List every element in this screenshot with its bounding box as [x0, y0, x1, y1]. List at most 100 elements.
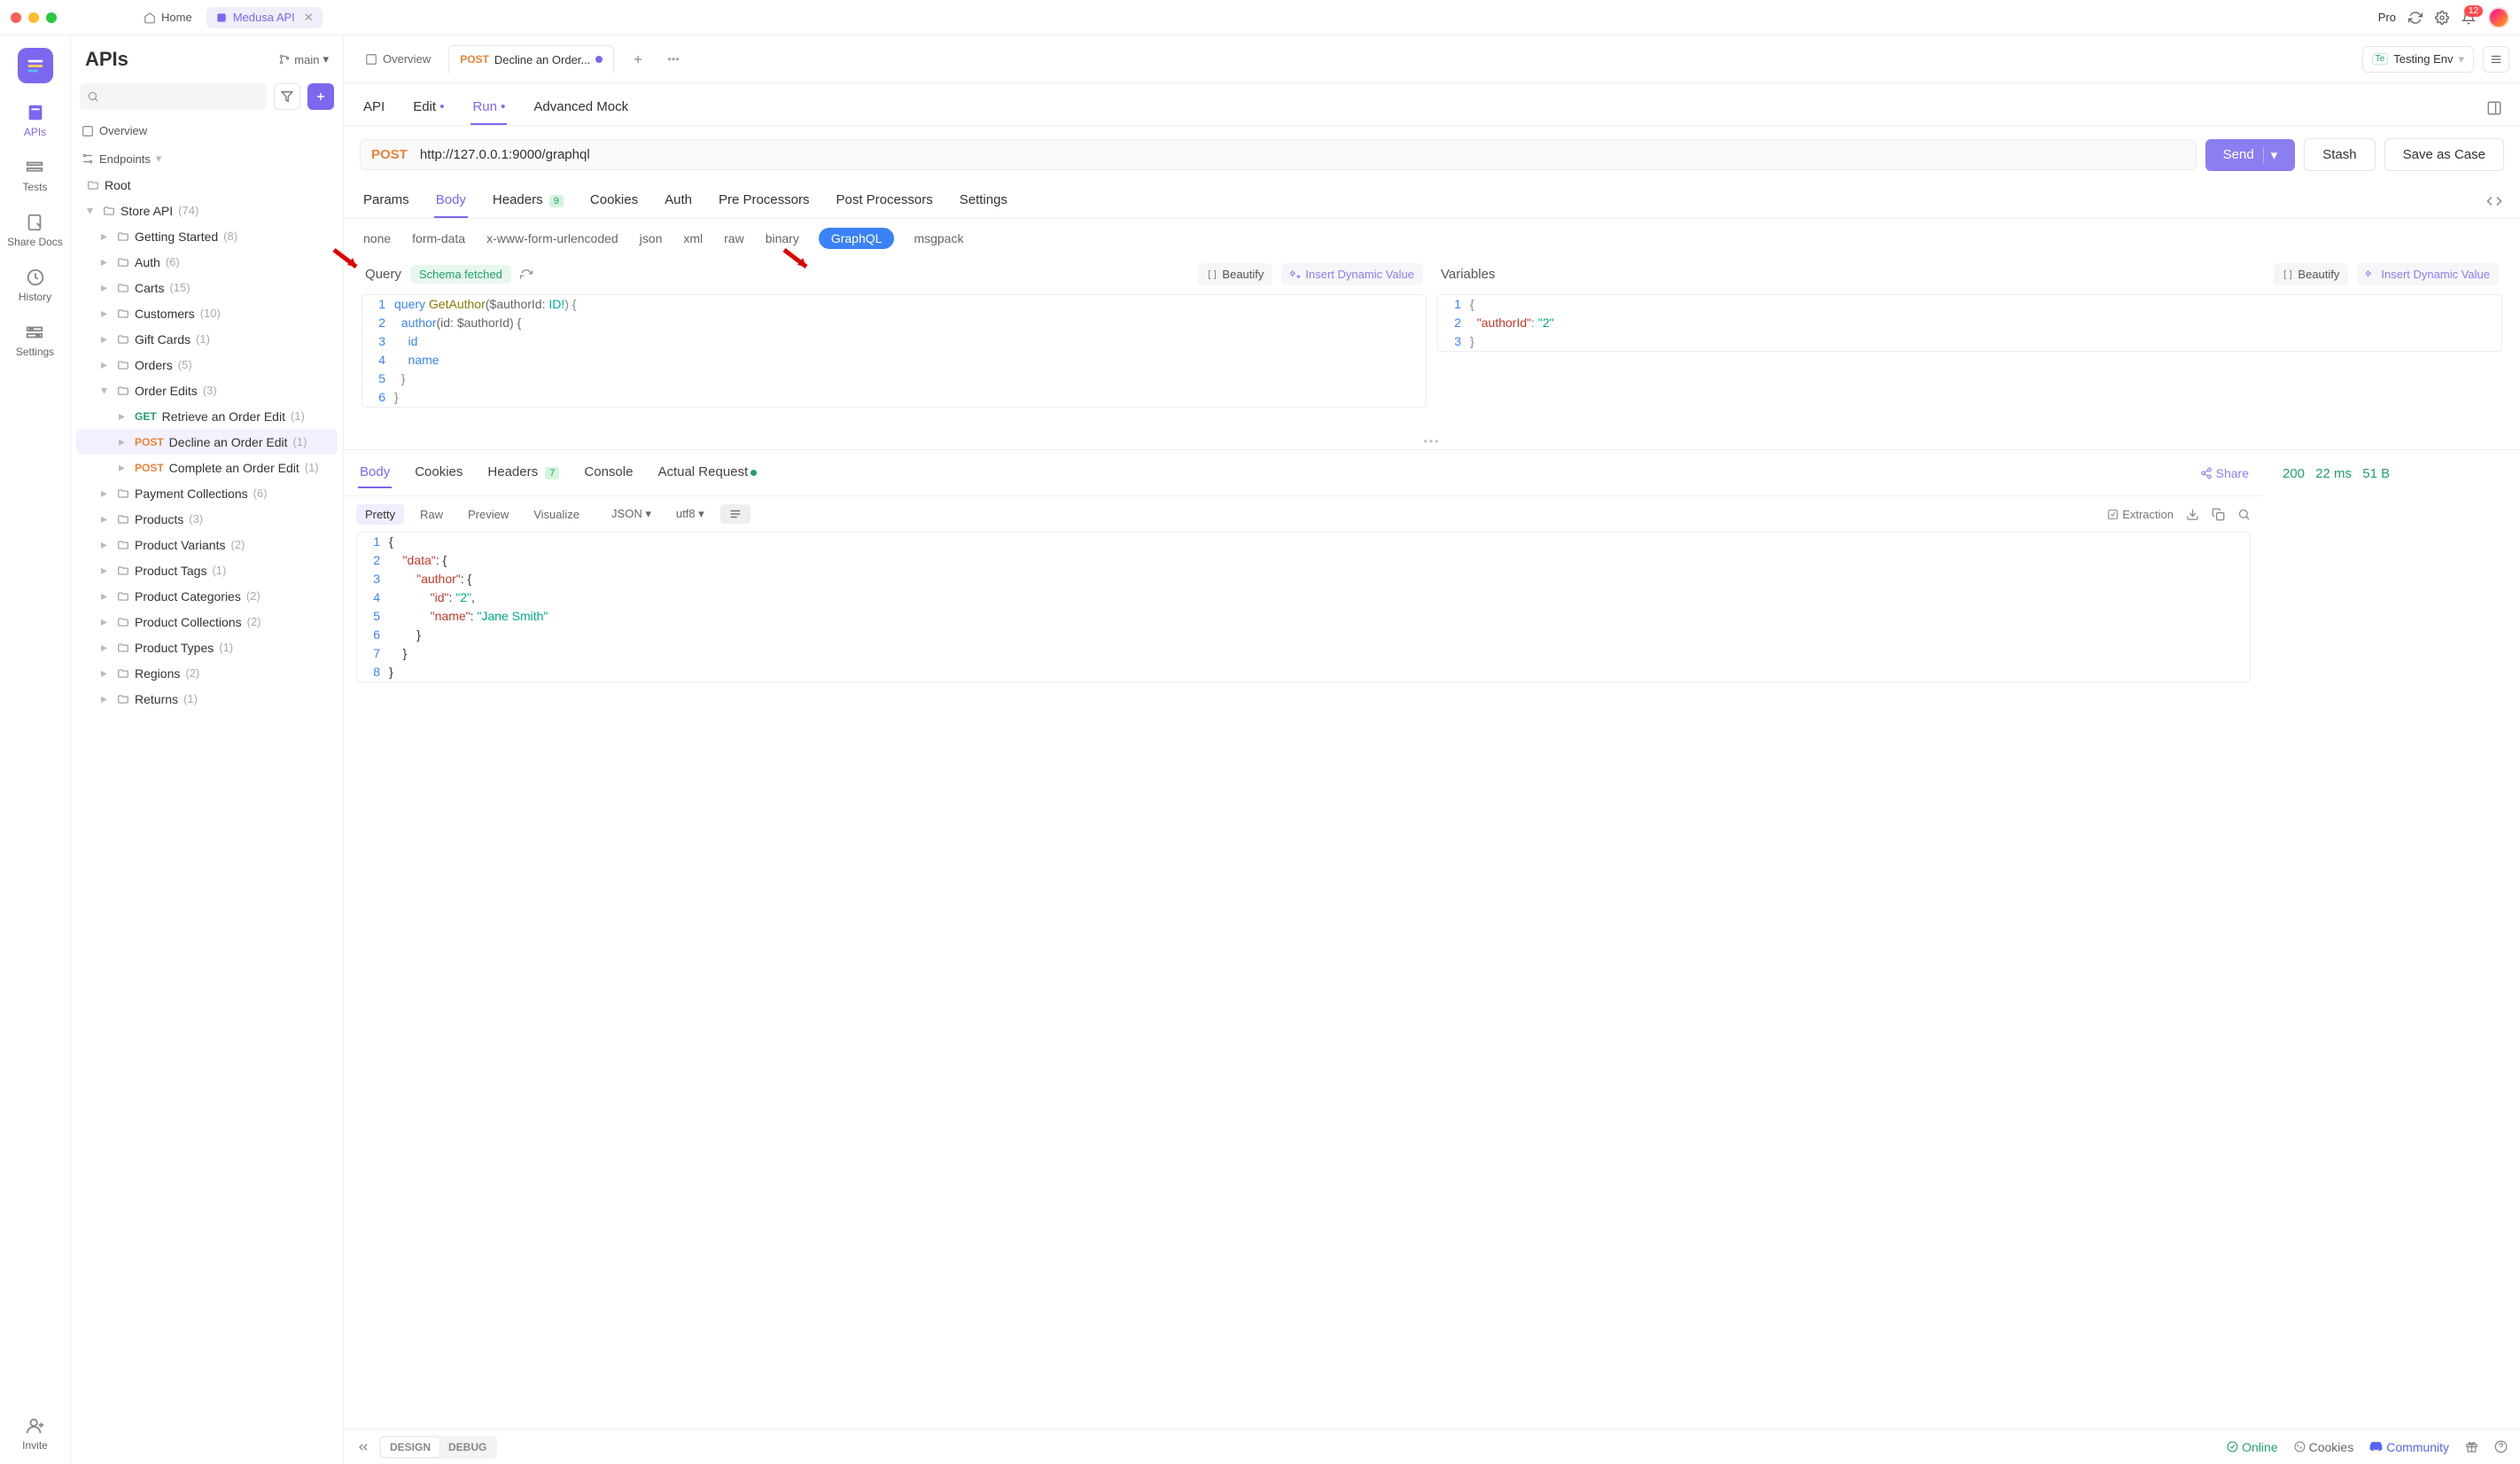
maximize-window[interactable]: [46, 12, 57, 23]
mode-toggle[interactable]: DESIGN DEBUG: [379, 1436, 497, 1459]
cookies-button[interactable]: Cookies: [2294, 1440, 2354, 1454]
pill-raw[interactable]: Raw: [411, 504, 452, 525]
reqtab-post-processors[interactable]: Post Processors: [835, 183, 935, 218]
reqtab-params[interactable]: Params: [362, 183, 411, 218]
environment-selector[interactable]: Te Testing Env ▾: [2362, 46, 2474, 73]
pill-preview[interactable]: Preview: [459, 504, 517, 525]
rail-share-docs[interactable]: Share Docs: [7, 213, 63, 248]
close-window[interactable]: [11, 12, 21, 23]
bodytype-x-www[interactable]: x-www-form-urlencoded: [485, 229, 620, 248]
bodytype-graphql[interactable]: GraphQL: [819, 228, 895, 249]
subtab-run[interactable]: Run •: [471, 90, 507, 125]
gift-icon[interactable]: [2465, 1440, 2478, 1453]
query-editor[interactable]: 1query GetAuthor($authorId: ID!) { 2 aut…: [362, 294, 1427, 408]
tree-folder[interactable]: ▸Carts (15): [71, 275, 343, 300]
tree-folder[interactable]: ▾Order Edits (3): [71, 378, 343, 403]
bodytype-none[interactable]: none: [362, 229, 393, 248]
bodytype-binary[interactable]: binary: [764, 229, 801, 248]
tree-folder[interactable]: ▸Gift Cards (1): [71, 326, 343, 352]
resptab-console[interactable]: Console: [582, 457, 634, 488]
resptab-headers[interactable]: Headers 7: [486, 457, 561, 488]
beautify-query-button[interactable]: Beautify: [1198, 263, 1272, 285]
subtab-api[interactable]: API: [362, 90, 386, 125]
variables-editor[interactable]: 1{ 2 "authorId": "2" 3}: [1437, 294, 2502, 352]
reqtab-settings[interactable]: Settings: [958, 183, 1009, 218]
tree-endpoint[interactable]: ▸POST Decline an Order Edit (1): [76, 429, 338, 455]
tree-endpoint[interactable]: ▸POST Complete an Order Edit (1): [71, 455, 343, 480]
wrap-toggle[interactable]: [720, 504, 751, 524]
tab-decline-order[interactable]: POST Decline an Order...: [448, 45, 614, 74]
rail-invite[interactable]: Invite: [22, 1416, 48, 1452]
tree-folder[interactable]: ▸Regions (2): [71, 660, 343, 686]
download-icon[interactable]: [2186, 508, 2199, 521]
add-button[interactable]: [307, 83, 334, 110]
bodytype-form-data[interactable]: form-data: [410, 229, 467, 248]
tree-folder[interactable]: ▸Product Tags (1): [71, 557, 343, 583]
rail-apis[interactable]: APIs: [24, 103, 46, 138]
code-icon[interactable]: [2486, 193, 2502, 209]
save-as-case-button[interactable]: Save as Case: [2384, 138, 2504, 171]
copy-icon[interactable]: [2212, 508, 2225, 521]
add-tab-button[interactable]: [621, 46, 655, 73]
bodytype-msgpack[interactable]: msgpack: [912, 229, 965, 248]
format-json[interactable]: JSON ▾: [603, 503, 660, 525]
mode-design[interactable]: DESIGN: [381, 1437, 439, 1457]
tree-folder[interactable]: ▸Getting Started (8): [71, 223, 343, 249]
reqtab-headers[interactable]: Headers 9: [491, 183, 565, 218]
settings-gear-icon[interactable]: [2435, 11, 2449, 25]
bodytype-xml[interactable]: xml: [681, 229, 704, 248]
reqtab-pre-processors[interactable]: Pre Processors: [717, 183, 812, 218]
rail-history[interactable]: History: [19, 268, 51, 303]
collapse-icon[interactable]: [356, 1440, 370, 1454]
tab-home[interactable]: Home: [136, 7, 199, 27]
reqtab-auth[interactable]: Auth: [663, 183, 694, 218]
reqtab-cookies[interactable]: Cookies: [588, 183, 640, 218]
tree-folder[interactable]: ▸Product Variants (2): [71, 532, 343, 557]
subtab-edit[interactable]: Edit •: [411, 90, 446, 125]
refresh-icon[interactable]: [520, 269, 533, 281]
subtab-advanced-mock[interactable]: Advanced Mock: [532, 90, 630, 125]
mode-debug[interactable]: DEBUG: [439, 1437, 495, 1457]
reqtab-body[interactable]: Body: [434, 183, 468, 218]
tree-folder[interactable]: ▸Products (3): [71, 506, 343, 532]
response-body[interactable]: 1{ 2 "data": { 3 "author": { 4 "id": "2"…: [356, 532, 2251, 682]
tree-folder[interactable]: ▸Product Collections (2): [71, 609, 343, 635]
resptab-cookies[interactable]: Cookies: [413, 457, 464, 488]
rail-settings[interactable]: Settings: [16, 323, 54, 358]
resptab-body[interactable]: Body: [358, 457, 392, 488]
tree-folder[interactable]: ▸Payment Collections (6): [71, 480, 343, 506]
tree-store-api[interactable]: ▾ Store API (74): [71, 198, 343, 223]
tree-folder[interactable]: ▸Product Types (1): [71, 635, 343, 660]
tree-folder[interactable]: ▸Auth (6): [71, 249, 343, 275]
insert-dynamic-vars-button[interactable]: Insert Dynamic Value: [2357, 263, 2499, 285]
beautify-vars-button[interactable]: Beautify: [2274, 263, 2348, 285]
url-input[interactable]: POST http://127.0.0.1:9000/graphql: [360, 139, 2197, 170]
layout-icon[interactable]: [2486, 100, 2502, 116]
close-tab-icon[interactable]: ✕: [304, 11, 314, 25]
rail-tests[interactable]: Tests: [22, 158, 47, 193]
pro-label[interactable]: Pro: [2378, 11, 2396, 24]
search-input[interactable]: [80, 83, 267, 110]
app-logo[interactable]: [18, 48, 53, 83]
send-dropdown-icon[interactable]: ▾: [2263, 147, 2278, 163]
help-icon[interactable]: [2494, 1440, 2508, 1453]
overview-row[interactable]: Overview: [71, 117, 343, 144]
bodytype-raw[interactable]: raw: [722, 229, 746, 248]
drag-handle[interactable]: •••: [344, 435, 2520, 448]
stash-button[interactable]: Stash: [2304, 138, 2375, 171]
bodytype-json[interactable]: json: [638, 229, 665, 248]
tab-overview[interactable]: Overview: [354, 45, 441, 73]
endpoints-row[interactable]: Endpoints ▾: [71, 144, 343, 173]
pill-visualize[interactable]: Visualize: [525, 504, 588, 525]
search-response-icon[interactable]: [2237, 508, 2251, 521]
tree-folder[interactable]: ▸Product Categories (2): [71, 583, 343, 609]
filter-button[interactable]: [274, 83, 300, 110]
resptab-actual-request[interactable]: Actual Request: [656, 457, 758, 488]
send-button[interactable]: Send ▾: [2205, 139, 2296, 171]
tab-medusa-api[interactable]: Medusa API ✕: [206, 7, 323, 28]
insert-dynamic-query-button[interactable]: Insert Dynamic Value: [1281, 263, 1423, 285]
community-button[interactable]: Community: [2369, 1440, 2449, 1454]
branch-selector[interactable]: main ▾: [278, 52, 329, 66]
menu-button[interactable]: [2483, 46, 2509, 73]
pill-pretty[interactable]: Pretty: [356, 504, 404, 525]
